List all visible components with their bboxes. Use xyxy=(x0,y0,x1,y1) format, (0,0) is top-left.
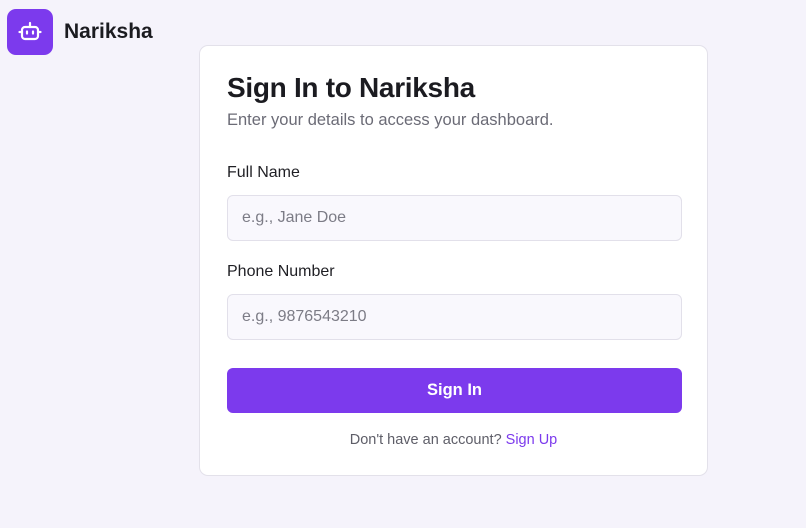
phone-number-label: Phone Number xyxy=(227,263,335,280)
sign-in-card: Sign In to Nariksha Enter your details t… xyxy=(199,45,708,476)
sign-up-link[interactable]: Sign Up xyxy=(506,432,558,448)
sign-up-prompt-text: Don't have an account? xyxy=(349,432,502,448)
phone-number-input[interactable] xyxy=(227,294,682,340)
full-name-label: Full Name xyxy=(227,164,300,181)
robot-icon xyxy=(18,21,42,41)
brand-name: Nariksha xyxy=(64,20,153,43)
full-name-input[interactable] xyxy=(227,195,682,241)
page-subtitle: Enter your details to access your dashbo… xyxy=(227,111,554,129)
page-title: Sign In to Nariksha xyxy=(227,72,475,103)
sign-in-button[interactable]: Sign In xyxy=(227,368,682,413)
sign-up-prompt: Don't have an account? Sign Up xyxy=(227,432,680,448)
brand-logo[interactable] xyxy=(7,9,53,55)
brand: Nariksha xyxy=(7,9,153,55)
